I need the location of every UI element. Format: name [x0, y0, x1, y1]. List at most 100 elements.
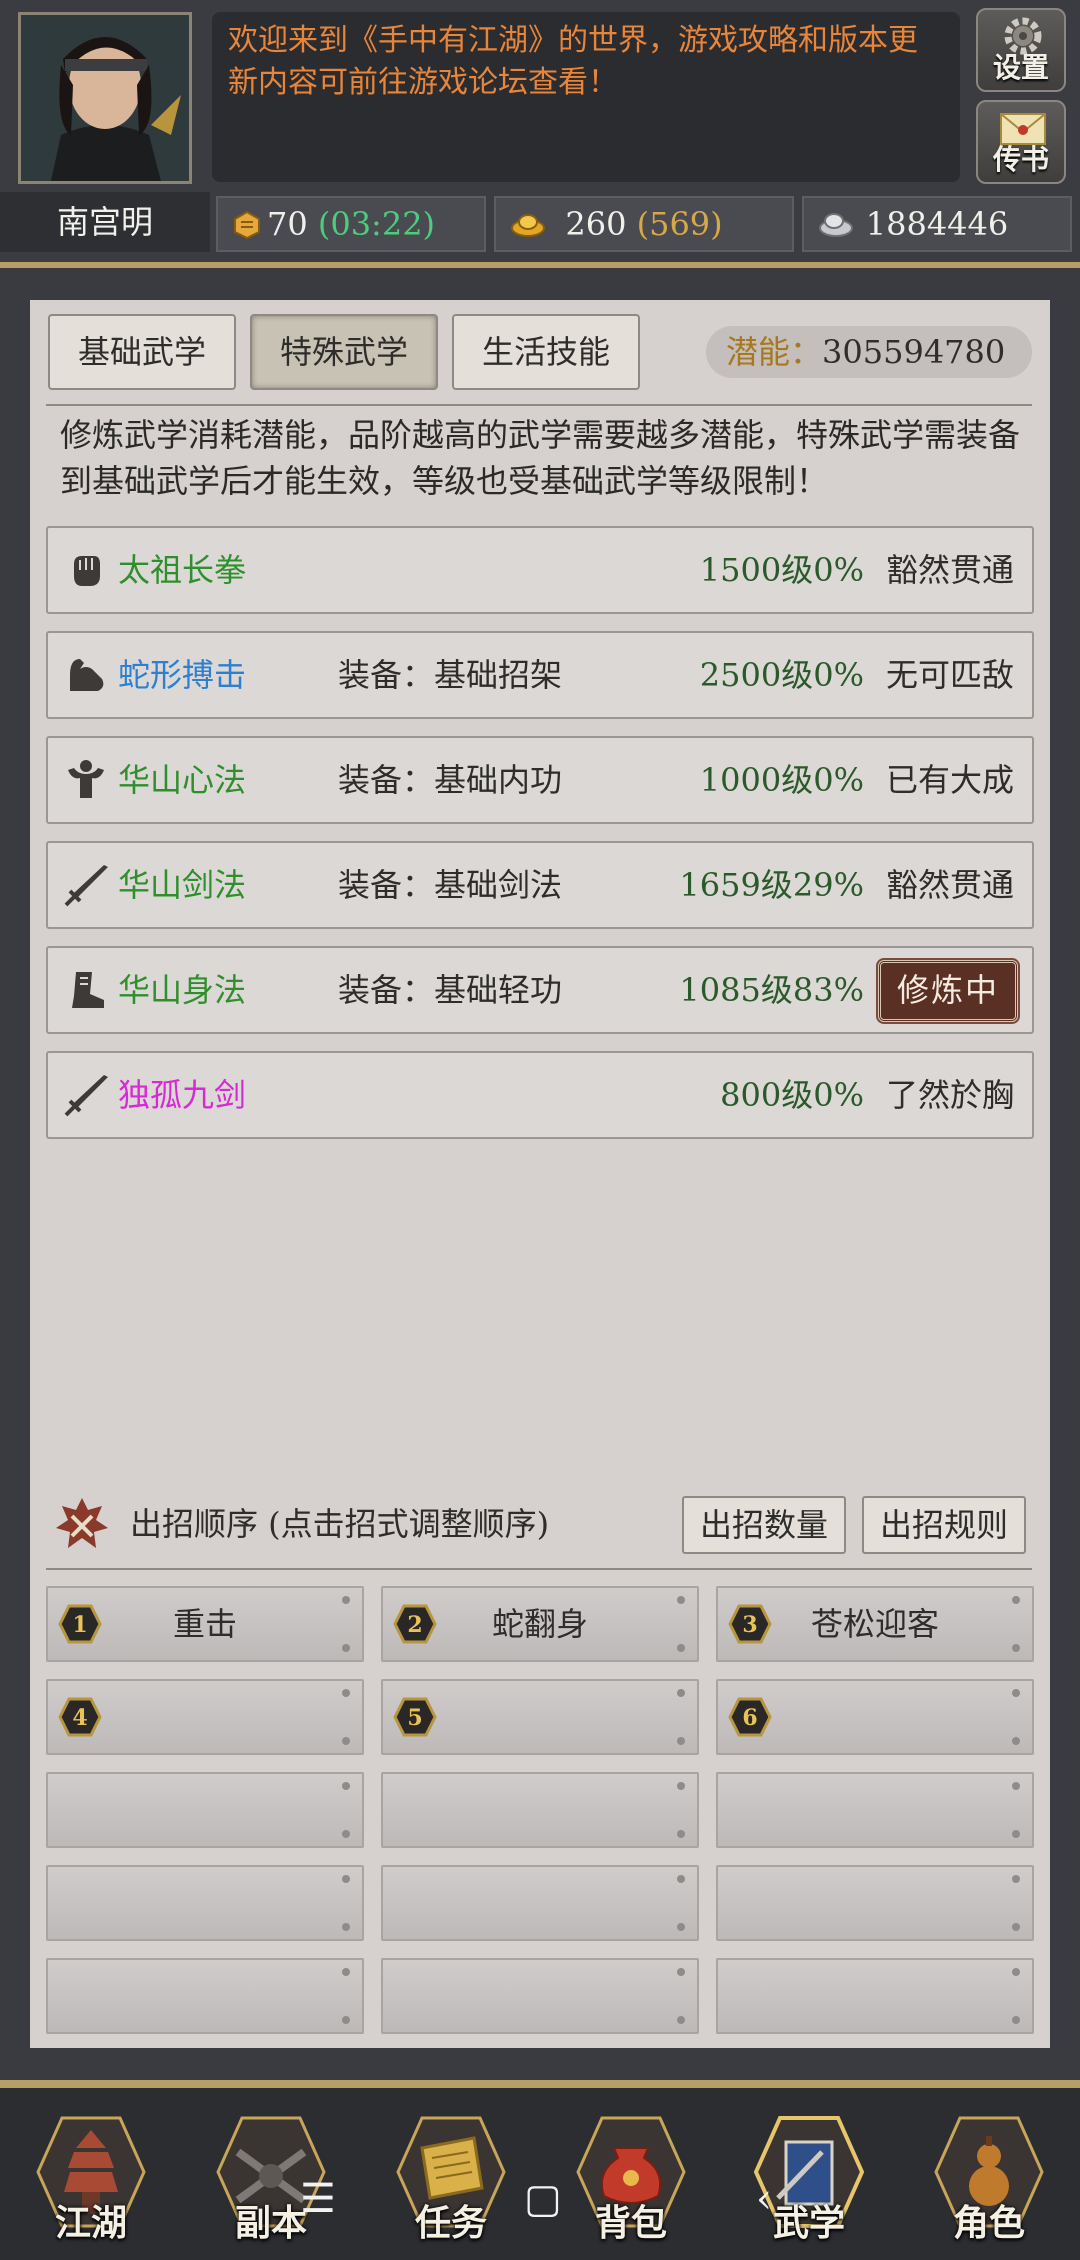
sword-icon: [64, 1075, 108, 1117]
skill-status: 无可匹敌: [885, 656, 1014, 694]
settings-label: 设置: [992, 51, 1049, 84]
slot-number: 6: [742, 1705, 757, 1731]
nav-backpack[interactable]: 背包: [574, 2112, 688, 2248]
silver-icon: [819, 213, 853, 237]
announcement-box: 欢迎来到《手中有江湖》的世界，游戏攻略和版本更新内容可前往游戏论坛查看！: [212, 12, 960, 182]
move-slot[interactable]: 5: [381, 1679, 699, 1755]
stamina-value: 70: [266, 205, 308, 243]
silver-value: 1884446: [865, 205, 1009, 243]
stamina-icon: [234, 210, 260, 240]
fist-icon: [74, 556, 100, 586]
training-stamp: 修炼中: [878, 960, 1018, 1022]
skill-equip: 装备：基础剑法: [338, 866, 563, 904]
empty-slot[interactable]: [381, 1958, 699, 2034]
slot-move-name: 苍松迎客: [810, 1605, 939, 1643]
gold-ingot-icon: [511, 214, 545, 237]
slot-number-badge: 6: [728, 1697, 772, 1737]
mail-button[interactable]: 传书: [976, 100, 1066, 184]
settings-button[interactable]: 设置: [976, 8, 1066, 92]
slot-number: 5: [407, 1705, 422, 1731]
martial-arts-panel: 基础武学 特殊武学 生活技能 潜能：305594780 修炼武学消耗潜能，品阶越…: [30, 300, 1050, 2048]
empty-slot[interactable]: [46, 1772, 364, 1848]
system-home-button[interactable]: ▢: [524, 2176, 562, 2222]
skill-row[interactable]: 华山身法 装备：基础轻功 1085级83% 修炼中: [46, 946, 1034, 1034]
skill-name: 独孤九剑: [118, 1076, 247, 1114]
arm-icon: [70, 659, 104, 691]
move-slot[interactable]: 4: [46, 1679, 364, 1755]
empty-slot[interactable]: [46, 1865, 364, 1941]
mail-label: 传书: [992, 143, 1049, 176]
nav-quest[interactable]: 任务: [394, 2112, 508, 2248]
player-avatar[interactable]: [18, 12, 192, 184]
tab-basic-martial[interactable]: 基础武学: [48, 314, 236, 390]
attack-rule-button[interactable]: 出招规则: [862, 1496, 1026, 1554]
skill-status: 豁然贯通: [885, 866, 1014, 904]
skill-equip: 装备：基础内功: [338, 761, 563, 799]
strength-icon: [68, 760, 104, 798]
slot-move-name: 重击: [172, 1605, 237, 1643]
nav-character[interactable]: 角色: [932, 2112, 1046, 2248]
slot-move-name: 蛇翻身: [491, 1605, 588, 1643]
nav-label: 江湖: [54, 2202, 127, 2244]
tab-life-skills[interactable]: 生活技能: [452, 314, 640, 390]
skill-equip: 装备：基础轻功: [338, 971, 563, 1009]
attack-order-icon: [56, 1498, 108, 1548]
nav-label: 任务: [414, 2202, 487, 2244]
gold-display: 260 (569): [494, 196, 794, 252]
system-back-button[interactable]: ‹: [756, 2176, 772, 2222]
skill-level: 1500级0%: [699, 551, 864, 589]
boot-icon: [72, 972, 104, 1008]
system-menu-button[interactable]: ☰: [300, 2176, 336, 2222]
empty-slot[interactable]: [716, 1865, 1034, 1941]
empty-slot[interactable]: [46, 1958, 364, 2034]
description-text: 修炼武学消耗潜能，品阶越高的武学需要越多潜能，特殊武学需装备到基础武学后才能生效…: [60, 416, 1021, 500]
skill-level: 1000级0%: [699, 761, 864, 799]
skill-level: 2500级0%: [699, 656, 864, 694]
skill-level: 1085级83%: [679, 971, 864, 1009]
potential-label: 潜能：: [726, 333, 823, 371]
bottom-nav: 江湖 副本 任务 背包 武学 角色: [0, 2088, 1080, 2260]
skill-name: 华山心法: [118, 761, 247, 799]
skill-row[interactable]: 太祖长拳 1500级0% 豁然贯通: [46, 526, 1034, 614]
nav-jianghu[interactable]: 江湖: [34, 2112, 148, 2248]
attack-count-button[interactable]: 出招数量: [682, 1496, 846, 1554]
move-slot[interactable]: 6: [716, 1679, 1034, 1755]
empty-slot[interactable]: [381, 1772, 699, 1848]
stamina-timer: (03:22): [317, 205, 436, 243]
empty-slot[interactable]: [381, 1865, 699, 1941]
tabs-divider: [46, 404, 1032, 406]
empty-slot[interactable]: [716, 1772, 1034, 1848]
skill-name: 华山剑法: [118, 866, 247, 904]
potential-value: 305594780: [822, 333, 1006, 371]
gold-value: 260: [565, 205, 627, 243]
gold-extra: (569): [636, 205, 723, 243]
slot-number-badge: 4: [58, 1697, 102, 1737]
stamina-display: 70 (03:22): [216, 196, 486, 252]
slot-number-badge: 5: [393, 1697, 437, 1737]
move-slot[interactable]: 2 蛇翻身: [381, 1586, 699, 1662]
header-divider: [0, 262, 1080, 268]
skill-row[interactable]: 华山剑法 装备：基础剑法 1659级29% 豁然贯通: [46, 841, 1034, 929]
announcement-text: 欢迎来到《手中有江湖》的世界，游戏攻略和版本更新内容可前往游戏论坛查看！: [228, 23, 918, 100]
skill-name: 华山身法: [118, 971, 247, 1009]
nav-label: 角色: [952, 2202, 1025, 2244]
skill-status: 了然於胸: [885, 1076, 1014, 1114]
move-slot[interactable]: 3 苍松迎客: [716, 1586, 1034, 1662]
move-slot[interactable]: 1 重击: [46, 1586, 364, 1662]
top-header: 欢迎来到《手中有江湖》的世界，游戏攻略和版本更新内容可前往游戏论坛查看！ 设置 …: [0, 0, 1080, 262]
tab-special-martial[interactable]: 特殊武学: [250, 314, 438, 390]
silver-display: 1884446: [802, 196, 1072, 252]
skill-row[interactable]: 独孤九剑 800级0% 了然於胸: [46, 1051, 1034, 1139]
empty-slot[interactable]: [716, 1958, 1034, 2034]
skill-status: 已有大成: [885, 761, 1014, 799]
bottom-divider: [0, 2080, 1080, 2088]
skill-row[interactable]: 蛇形搏击 装备：基础招架 2500级0% 无可匹敌: [46, 631, 1034, 719]
skill-name: 蛇形搏击: [118, 656, 247, 694]
potential-display: 潜能：305594780: [706, 326, 1032, 378]
skill-level: 1659级29%: [679, 866, 864, 904]
skill-name: 太祖长拳: [118, 551, 247, 589]
skill-row[interactable]: 华山心法 装备：基础内功 1000级0% 已有大成: [46, 736, 1034, 824]
attack-order-title: 出招顺序 (点击招式调整顺序): [130, 1505, 550, 1543]
order-divider: [46, 1568, 1032, 1570]
skill-equip: 装备：基础招架: [338, 656, 563, 694]
